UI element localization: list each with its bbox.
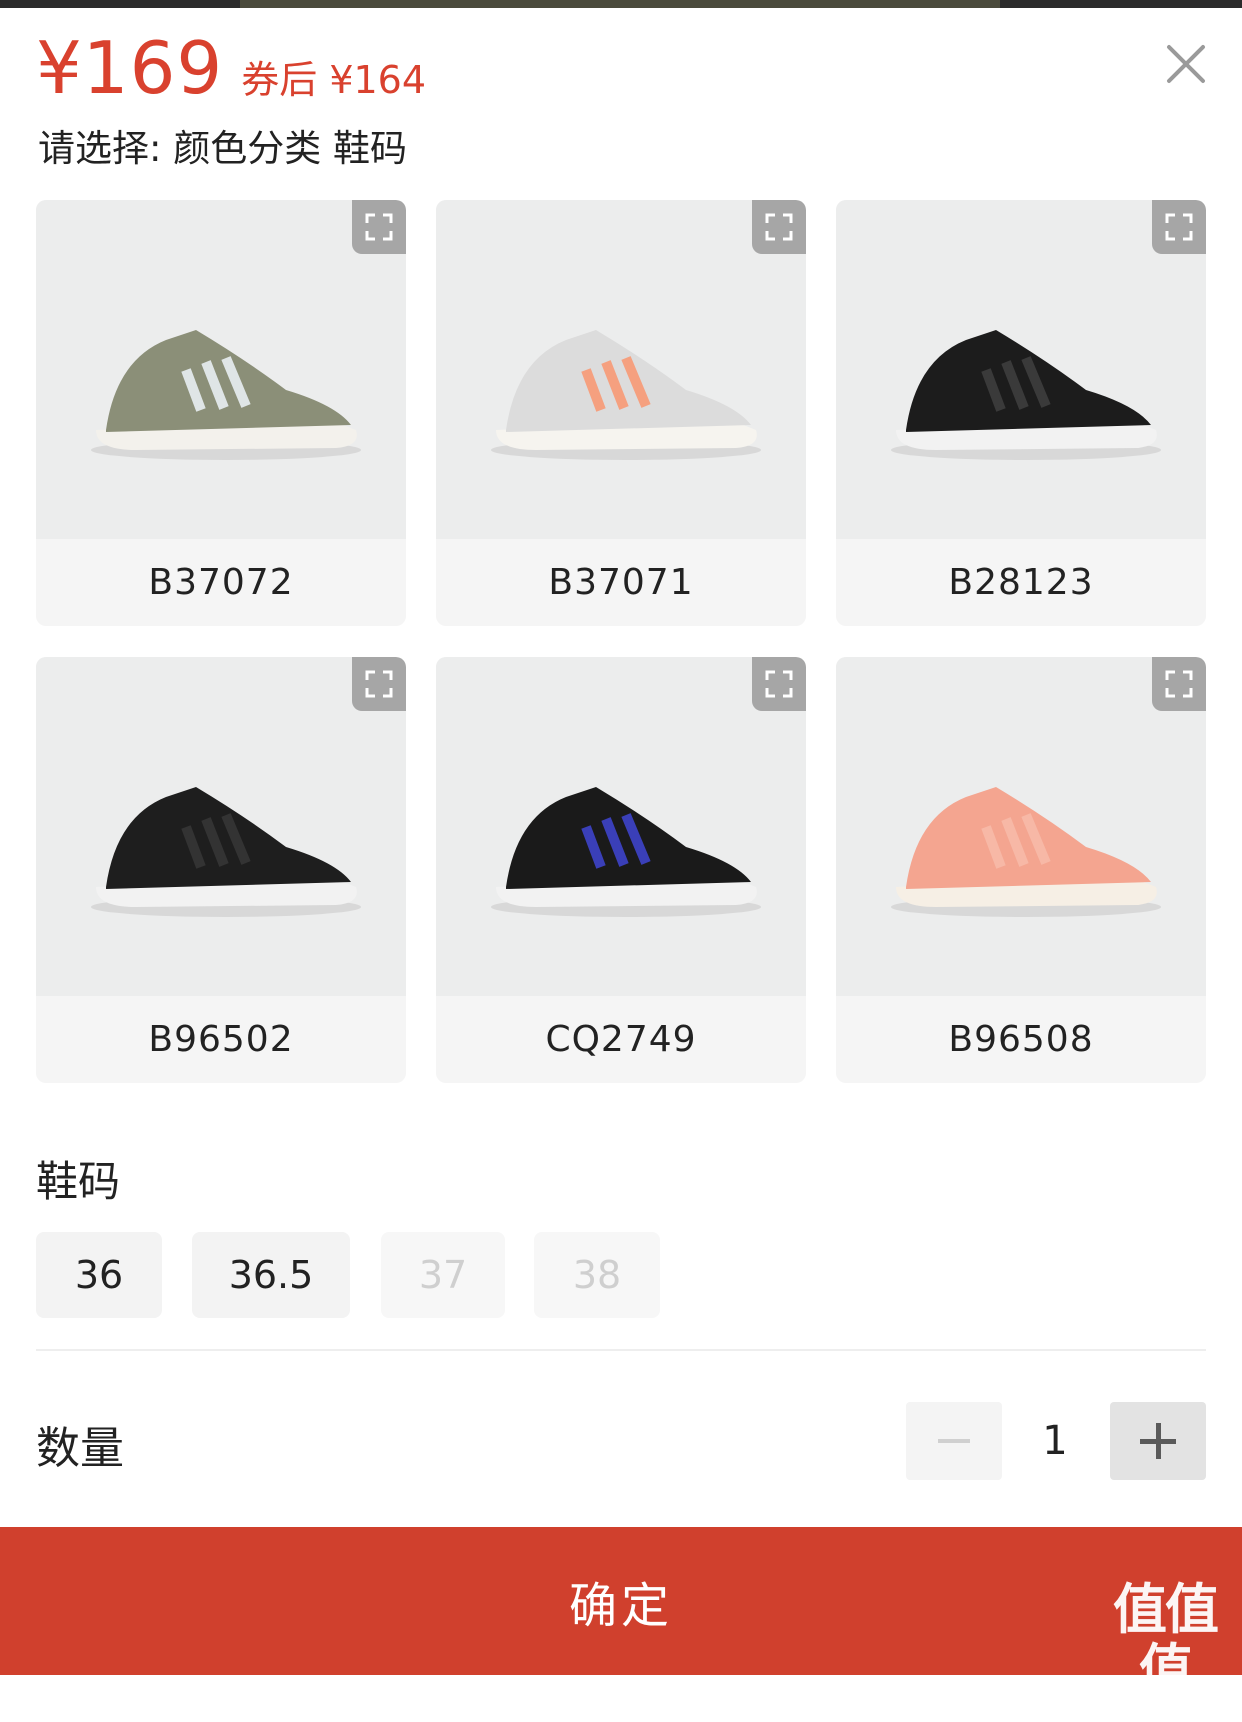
shoe-image bbox=[891, 787, 1161, 917]
product-image bbox=[36, 657, 406, 996]
watermark-site: zhizhizhi.com bbox=[1104, 1700, 1226, 1721]
quantity-label: 数量 bbox=[36, 1423, 124, 1474]
product-image bbox=[436, 657, 806, 996]
color-code: B96502 bbox=[148, 1019, 294, 1060]
size-option-37: 37 bbox=[381, 1232, 505, 1318]
expand-icon[interactable] bbox=[1152, 657, 1206, 711]
price: ¥169 bbox=[36, 26, 224, 110]
color-option-card[interactable]: B37071 bbox=[436, 200, 806, 626]
size-option-36-5[interactable]: 36.5 bbox=[192, 1232, 350, 1318]
size-option-38: 38 bbox=[534, 1232, 660, 1318]
color-option-card[interactable]: B96508 bbox=[836, 657, 1206, 1083]
divider bbox=[36, 1349, 1206, 1351]
product-image bbox=[36, 200, 406, 539]
color-code: B37071 bbox=[548, 562, 694, 603]
color-code: CQ2749 bbox=[545, 1019, 697, 1060]
close-icon[interactable] bbox=[1164, 42, 1208, 86]
watermark: 值值值 zhizhizhi.com bbox=[1090, 1580, 1240, 1722]
shoe-image bbox=[491, 330, 761, 460]
watermark-logo: 值值值 bbox=[1113, 1578, 1219, 1701]
decrement-button[interactable] bbox=[906, 1402, 1002, 1480]
size-section-title: 鞋码 bbox=[36, 1157, 121, 1206]
color-option-card[interactable]: CQ2749 bbox=[436, 657, 806, 1083]
expand-icon[interactable] bbox=[352, 657, 406, 711]
color-option-card[interactable]: B28123 bbox=[836, 200, 1206, 626]
expand-icon[interactable] bbox=[752, 200, 806, 254]
size-option-36[interactable]: 36 bbox=[36, 1232, 162, 1318]
confirm-label: 确定 bbox=[568, 1578, 673, 1634]
expand-icon[interactable] bbox=[352, 200, 406, 254]
selection-prompt: 请选择: 颜色分类 鞋码 bbox=[38, 127, 407, 170]
confirm-button[interactable]: 确定 bbox=[0, 1527, 1242, 1675]
product-image bbox=[836, 657, 1206, 996]
shoe-image bbox=[491, 787, 761, 917]
color-option-card[interactable]: B37072 bbox=[36, 200, 406, 626]
color-code: B28123 bbox=[948, 562, 1094, 603]
top-image-strip bbox=[0, 0, 1242, 8]
price-row: ¥169 券后 ¥164 bbox=[36, 26, 427, 110]
shoe-image bbox=[891, 330, 1161, 460]
color-option-card[interactable]: B96502 bbox=[36, 657, 406, 1083]
increment-button[interactable] bbox=[1110, 1402, 1206, 1480]
shoe-image bbox=[91, 330, 361, 460]
expand-icon[interactable] bbox=[752, 657, 806, 711]
color-code: B96508 bbox=[948, 1019, 1094, 1060]
quantity-value: 1 bbox=[1042, 1418, 1068, 1464]
shoe-image bbox=[91, 787, 361, 917]
product-image bbox=[436, 200, 806, 539]
expand-icon[interactable] bbox=[1152, 200, 1206, 254]
coupon-price: 券后 ¥164 bbox=[241, 58, 427, 102]
color-code: B37072 bbox=[148, 562, 294, 603]
product-image bbox=[836, 200, 1206, 539]
